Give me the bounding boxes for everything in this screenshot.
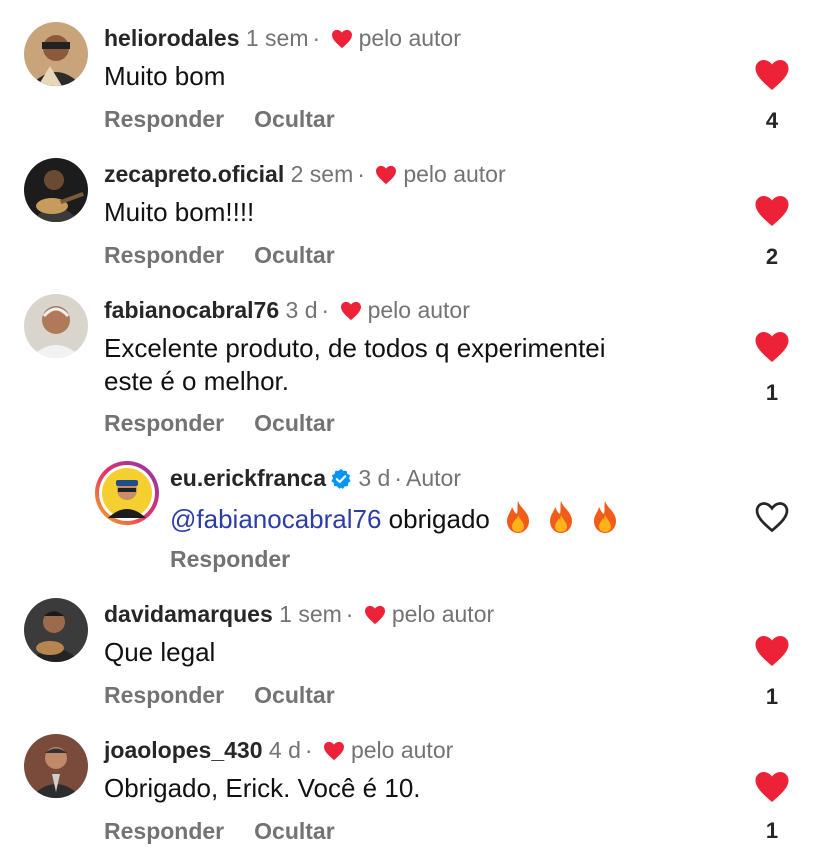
- heart-filled-icon: [755, 196, 789, 226]
- avatar[interactable]: [24, 22, 88, 86]
- reply-time: 3 d: [358, 465, 391, 491]
- hide-button[interactable]: Ocultar: [254, 106, 335, 132]
- comment-time: 2 sem: [290, 161, 354, 187]
- heart-filled-icon: [755, 332, 789, 362]
- comment-text-line: Excelente produto, de todos q experiment…: [104, 333, 606, 363]
- comment-item: fabianocabral76 3 d · pelo autor Excelent…: [0, 272, 828, 442]
- heart-filled-icon: [331, 27, 353, 55]
- comment-meta: joaolopes_430 4 d · pelo autor: [104, 736, 453, 767]
- like-button[interactable]: [754, 330, 790, 366]
- heart-filled-icon: [340, 299, 362, 327]
- like-count: 1: [765, 818, 779, 843]
- comment-time: 1 sem: [279, 601, 342, 627]
- liked-by-author-label: pelo autor: [358, 25, 461, 51]
- heart-filled-icon: [375, 163, 397, 191]
- hide-button[interactable]: Ocultar: [254, 242, 335, 268]
- comment-text: Obrigado, Erick. Você é 10.: [104, 773, 421, 803]
- comment-text: Muito bom!!!!: [104, 197, 255, 227]
- comment-text: Excelente produto, de todos q experiment…: [104, 332, 606, 398]
- avatar[interactable]: [94, 460, 160, 526]
- mention-link[interactable]: @fabianocabral76: [170, 504, 381, 534]
- avatar[interactable]: [24, 734, 88, 798]
- heart-outline-icon: [755, 502, 789, 533]
- verified-badge-icon: [330, 468, 352, 496]
- like-button[interactable]: [754, 500, 790, 536]
- comment-text: Que legal: [104, 637, 216, 667]
- like-count: 4: [765, 108, 779, 133]
- reply-meta: eu.erickfranca 3 d · Autor: [170, 464, 461, 496]
- like-button[interactable]: [754, 770, 790, 806]
- hide-button[interactable]: Ocultar: [254, 410, 335, 436]
- comment-item: davidamarques 1 sem · pelo autor Que lega…: [0, 576, 828, 716]
- hide-button[interactable]: Ocultar: [254, 818, 335, 844]
- fire-icon: [503, 500, 533, 542]
- liked-by-author-label: pelo autor: [350, 737, 454, 763]
- comment-actions: Responder Ocultar: [104, 106, 365, 133]
- reply-button[interactable]: Responder: [104, 410, 224, 436]
- reply-button[interactable]: Responder: [170, 546, 290, 572]
- avatar[interactable]: [24, 598, 88, 662]
- comment-item: heliorodales 1 sem · pelo autor Muito bom…: [0, 0, 828, 140]
- username[interactable]: fabianocabral76: [104, 297, 279, 323]
- avatar[interactable]: [24, 158, 88, 222]
- heart-filled-icon: [755, 636, 789, 666]
- hide-button[interactable]: Ocultar: [254, 682, 335, 708]
- liked-by-author-label: pelo autor: [391, 601, 495, 627]
- comment-actions: Responder Ocultar: [104, 410, 365, 437]
- username[interactable]: eu.erickfranca: [170, 465, 326, 491]
- comment-meta: fabianocabral76 3 d · pelo autor: [104, 296, 470, 327]
- reply-text: @fabianocabral76 obrigado: [170, 500, 620, 542]
- comment-time: 3 d: [285, 297, 318, 323]
- reply-item: eu.erickfranca 3 d · Autor @fabianocabral7…: [0, 442, 828, 582]
- like-button[interactable]: [754, 194, 790, 230]
- fire-icon: [590, 500, 620, 542]
- username[interactable]: zecapreto.oficial: [104, 161, 284, 187]
- reply-button[interactable]: Responder: [104, 106, 224, 132]
- username[interactable]: joaolopes_430: [104, 737, 263, 763]
- liked-by-author-label: pelo autor: [403, 161, 506, 187]
- liked-by-author-label: pelo autor: [367, 297, 470, 323]
- reply-actions: Responder: [170, 546, 320, 573]
- comment-meta: heliorodales 1 sem · pelo autor: [104, 24, 461, 55]
- heart-filled-icon: [323, 739, 345, 767]
- comment-meta: davidamarques 1 sem · pelo autor: [104, 600, 494, 631]
- username[interactable]: heliorodales: [104, 25, 239, 51]
- like-button[interactable]: [754, 58, 790, 94]
- username[interactable]: davidamarques: [104, 601, 273, 627]
- heart-filled-icon: [755, 60, 789, 90]
- comment-actions: Responder Ocultar: [104, 818, 365, 845]
- reply-text-body: obrigado: [388, 504, 490, 534]
- heart-filled-icon: [755, 772, 789, 802]
- comment-actions: Responder Ocultar: [104, 682, 365, 709]
- heart-filled-icon: [364, 603, 386, 631]
- like-count: 1: [765, 380, 779, 405]
- fire-icon: [546, 500, 576, 542]
- comment-item: zecapreto.oficial 2 sem · pelo autor Muit…: [0, 136, 828, 276]
- comment-time: 1 sem: [245, 25, 309, 51]
- reply-button[interactable]: Responder: [104, 242, 224, 268]
- comment-text: Muito bom: [104, 61, 226, 91]
- comment-meta: zecapreto.oficial 2 sem · pelo autor: [104, 160, 506, 191]
- author-label: Autor: [406, 465, 462, 491]
- like-button[interactable]: [754, 634, 790, 670]
- like-count: 1: [765, 684, 779, 709]
- comment-text-line: este é o melhor.: [104, 366, 289, 396]
- comment-item: joaolopes_430 4 d · pelo autor Obrigado, …: [0, 712, 828, 862]
- avatar[interactable]: [24, 294, 88, 358]
- reply-button[interactable]: Responder: [104, 682, 224, 708]
- like-count: 2: [765, 244, 779, 269]
- comment-actions: Responder Ocultar: [104, 242, 365, 269]
- reply-button[interactable]: Responder: [104, 818, 224, 844]
- comment-time: 4 d: [268, 737, 301, 763]
